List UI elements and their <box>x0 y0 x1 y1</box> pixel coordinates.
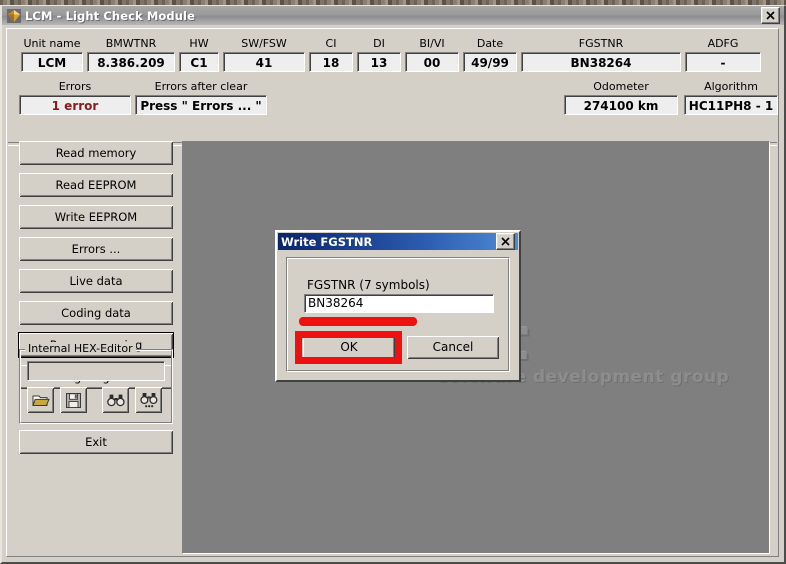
field-value-adfg[interactable]: - <box>685 52 761 72</box>
window-title-bar[interactable]: LCM - Light Check Module <box>2 6 784 25</box>
field-unit-name: Unit name LCM <box>21 37 83 72</box>
field-label-hw: HW <box>189 37 209 50</box>
field-label-fgstnr: FGSTNR <box>578 37 624 50</box>
field-label-errors-after-clear: Errors after clear <box>154 80 248 93</box>
field-label-algorithm: Algorithm <box>704 80 758 93</box>
field-value-hw[interactable]: C1 <box>179 52 219 72</box>
field-label-sw-fsw: SW/FSW <box>241 37 287 50</box>
field-bmwtnr: BMWTNR 8.386.209 <box>87 37 175 72</box>
field-label-odometer: Odometer <box>593 80 649 93</box>
field-odometer: Odometer 274100 km <box>564 80 678 115</box>
sidebar-item-read-eeprom[interactable]: Read EEPROM <box>19 173 173 197</box>
field-value-sw-fsw[interactable]: 41 <box>223 52 305 72</box>
field-value-ci[interactable]: 18 <box>309 52 353 72</box>
field-value-odometer[interactable]: 274100 km <box>564 95 678 115</box>
field-value-di[interactable]: 13 <box>357 52 401 72</box>
field-date: Date 49/99 <box>463 37 517 72</box>
vehicle-info-header: Unit name LCM BMWTNR 8.386.209 HW C1 SW/… <box>7 29 778 120</box>
ok-button[interactable]: OK <box>303 336 395 359</box>
sidebar-item-read-memory[interactable]: Read memory <box>19 141 173 165</box>
field-value-fgstnr[interactable]: BN38264 <box>521 52 681 72</box>
fgstnr-field-label: FGSTNR (7 symbols) <box>307 278 430 292</box>
sidebar-item-errors[interactable]: Errors ... <box>19 237 173 261</box>
window-client-area: Unit name LCM BMWTNR 8.386.209 HW C1 SW/… <box>6 28 779 557</box>
field-value-unit-name[interactable]: LCM <box>21 52 83 72</box>
field-adfg: ADFG - <box>685 37 761 72</box>
sidebar-item-live-data[interactable]: Live data <box>19 269 173 293</box>
field-errors: Errors 1 error <box>19 80 131 115</box>
cancel-button[interactable]: Cancel <box>407 336 499 359</box>
sidebar-item-coding-data[interactable]: Coding data <box>19 301 173 325</box>
dialog-close-icon[interactable] <box>496 233 515 250</box>
dialog-title-text: Write FGSTNR <box>281 234 373 249</box>
field-bi-vi: BI/VI 00 <box>405 37 459 72</box>
field-sw-fsw: SW/FSW 41 <box>223 37 305 72</box>
field-label-unit-name: Unit name <box>23 37 81 50</box>
save-disk-icon[interactable] <box>60 387 87 413</box>
hex-editor-path-input[interactable] <box>27 361 165 381</box>
field-value-bi-vi[interactable]: 00 <box>405 52 459 72</box>
field-label-date: Date <box>476 37 504 50</box>
application-window: LCM - Light Check Module Unit name LCM B… <box>0 5 786 564</box>
field-label-di: DI <box>373 37 385 50</box>
field-value-errors-after-clear[interactable]: Press " Errors ... " <box>135 95 267 115</box>
field-value-errors[interactable]: 1 error <box>19 95 131 115</box>
find-icon[interactable] <box>102 387 129 413</box>
field-label-bmwtnr: BMWTNR <box>105 37 157 50</box>
field-di: DI 13 <box>357 37 401 72</box>
field-algorithm: Algorithm HC11PH8 - 1 <box>684 80 778 115</box>
field-label-errors: Errors <box>58 80 92 93</box>
fgstnr-input[interactable]: BN38264 <box>304 294 494 313</box>
field-label-bi-vi: BI/VI <box>419 37 445 50</box>
field-label-ci: CI <box>325 37 337 50</box>
field-fgstnr: FGSTNR BN38264 <box>521 37 681 72</box>
sidebar-item-write-eeprom[interactable]: Write EEPROM <box>19 205 173 229</box>
dialog-title-bar[interactable]: Write FGSTNR <box>278 233 518 250</box>
close-icon[interactable] <box>761 7 780 24</box>
field-errors-after-clear: Errors after clear Press " Errors ... " <box>135 80 267 115</box>
gem-icon <box>6 8 22 24</box>
field-ci: CI 18 <box>309 37 353 72</box>
find-next-icon[interactable] <box>135 387 162 413</box>
field-value-date[interactable]: 49/99 <box>463 52 517 72</box>
field-label-adfg: ADFG <box>707 37 739 50</box>
open-folder-icon[interactable] <box>27 387 54 413</box>
field-value-algorithm[interactable]: HC11PH8 - 1 <box>684 95 778 115</box>
hex-editor-legend: Internal HEX-Editor <box>25 342 136 355</box>
exit-button[interactable]: Exit <box>19 430 173 454</box>
field-hw: HW C1 <box>179 37 219 72</box>
window-title-text: LCM - Light Check Module <box>25 8 195 23</box>
field-value-bmwtnr[interactable]: 8.386.209 <box>87 52 175 72</box>
